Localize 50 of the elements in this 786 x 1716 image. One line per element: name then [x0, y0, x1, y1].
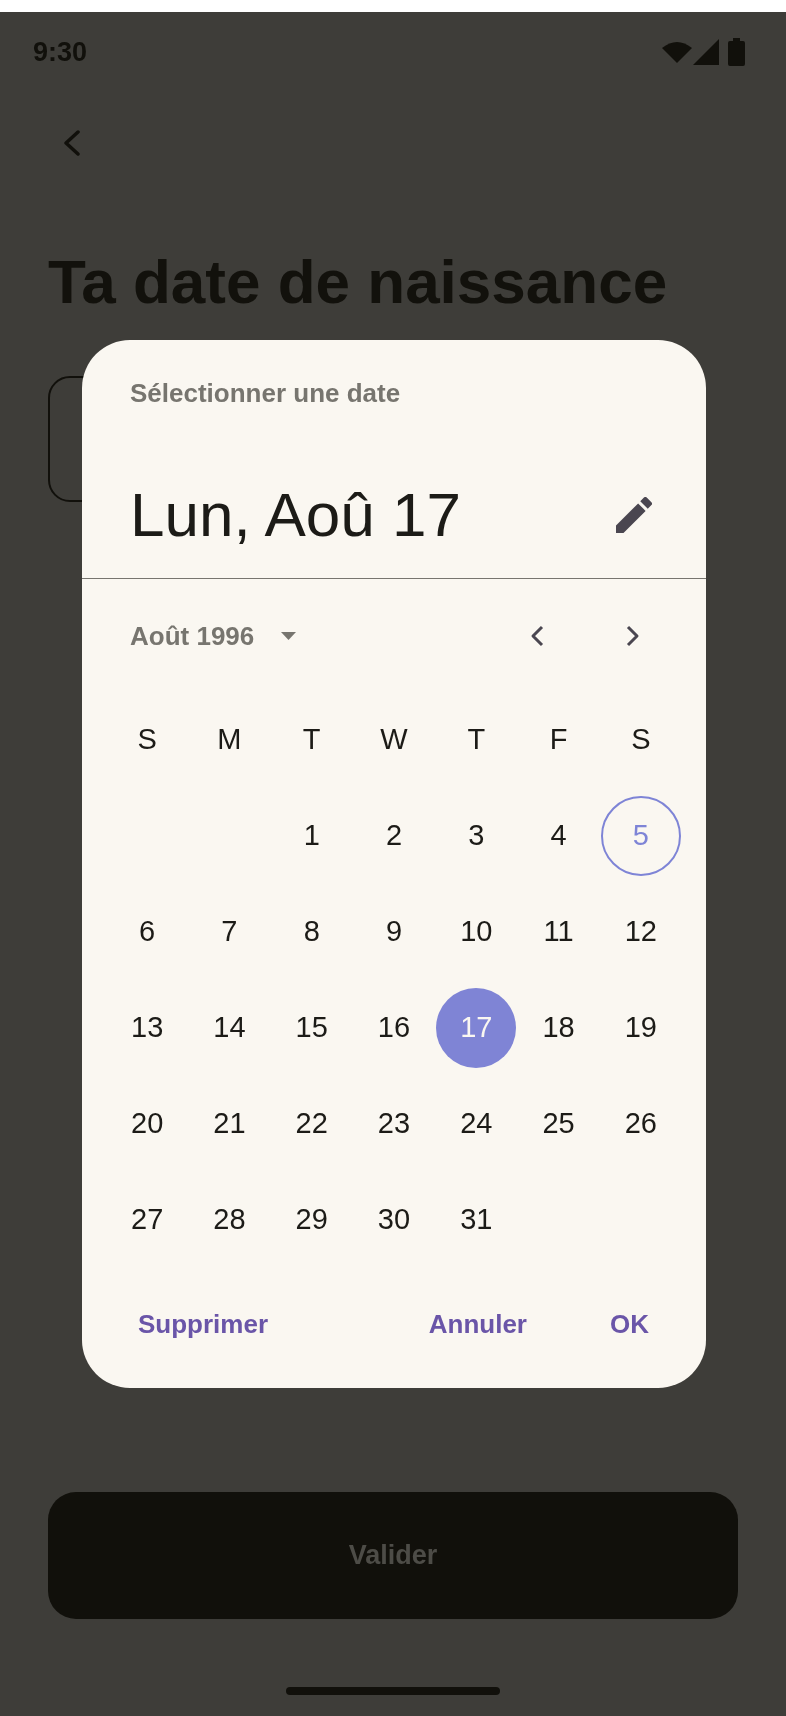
dialog-headline: Sélectionner une date [130, 377, 401, 409]
dropdown-triangle-icon [281, 632, 297, 640]
dialog-action-button[interactable]: Supprimer [126, 1296, 281, 1352]
calendar-day[interactable]: 2 [354, 796, 434, 876]
calendar-day[interactable]: 25 [518, 1084, 599, 1164]
wifi-icon [662, 41, 692, 63]
calendar-day[interactable]: 7 [189, 892, 270, 972]
calendar-day[interactable]: 18 [518, 988, 599, 1068]
calendar-day[interactable]: 12 [600, 892, 681, 972]
dialog-action-button[interactable]: OK [598, 1296, 661, 1352]
weekday-label: M [217, 722, 242, 758]
weekday-label: W [380, 722, 408, 758]
calendar-day[interactable]: 28 [189, 1180, 270, 1260]
weekday-label: T [467, 722, 486, 758]
calendar-day[interactable]: 8 [271, 892, 352, 972]
calendar-day[interactable]: 26 [600, 1084, 681, 1164]
calendar-day[interactable]: 15 [271, 988, 352, 1068]
calendar-day[interactable]: 21 [189, 1084, 270, 1164]
weekday-label: S [631, 722, 651, 758]
calendar-day[interactable]: 10 [436, 892, 517, 972]
back-chevron-icon [63, 130, 81, 156]
selected-date: Lun, Aoû 17 [130, 479, 461, 551]
calendar-day[interactable]: 9 [354, 892, 434, 972]
calendar-day[interactable]: 24 [436, 1084, 517, 1164]
dialog-action-button[interactable]: Annuler [416, 1296, 539, 1352]
calendar-day[interactable]: 13 [107, 988, 188, 1068]
calendar-day[interactable]: 20 [107, 1084, 188, 1164]
calendar-day[interactable]: 14 [189, 988, 270, 1068]
calendar-day[interactable]: 6 [107, 892, 188, 972]
signal-icon [693, 39, 719, 65]
calendar-day[interactable]: 19 [600, 988, 681, 1068]
calendar-day[interactable]: 4 [518, 796, 599, 876]
month-year-dropdown[interactable]: Août 1996 [130, 612, 297, 660]
calendar-day[interactable]: 3 [436, 796, 517, 876]
calendar-day[interactable]: 31 [436, 1180, 517, 1260]
pencil-icon [616, 497, 652, 533]
calendar-day[interactable]: 23 [354, 1084, 434, 1164]
weekday-label: T [302, 722, 321, 758]
calendar-day[interactable]: 16 [354, 988, 434, 1068]
calendar-day[interactable]: 1 [271, 796, 352, 876]
weekday-label: S [137, 722, 157, 758]
weekday-label: F [549, 722, 568, 758]
calendar-day[interactable]: 27 [107, 1180, 188, 1260]
calendar-day[interactable]: 22 [271, 1084, 352, 1164]
chevron-right-icon [626, 625, 640, 647]
calendar-day[interactable]: 29 [271, 1180, 352, 1260]
battery-icon [728, 38, 745, 66]
chevron-left-icon [530, 625, 544, 647]
calendar-day[interactable]: 11 [518, 892, 599, 972]
calendar-day[interactable]: 30 [354, 1180, 434, 1260]
